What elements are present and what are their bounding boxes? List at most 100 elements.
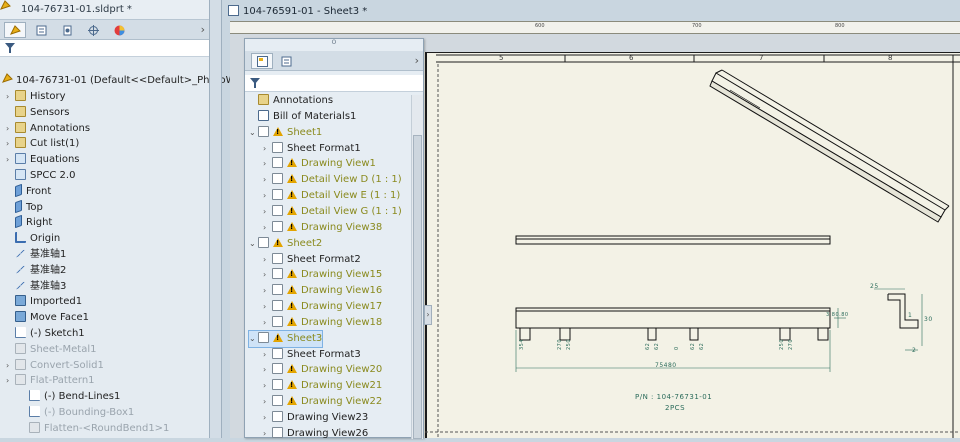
drawing-tree-item[interactable]: › Drawing View22 — [263, 394, 382, 410]
part-tree-item[interactable]: 基准轴2 — [6, 263, 66, 279]
drawing-tree-label: Sheet3 — [287, 332, 323, 344]
part-filter-bar[interactable] — [0, 40, 209, 57]
drawing-tree-item[interactable]: › Detail View D (1 : 1) — [263, 172, 402, 188]
chevron-down-icon[interactable]: ⌄ — [249, 125, 258, 141]
drawing-tree-item[interactable]: › Detail View G (1 : 1) — [263, 204, 402, 220]
panel-collapse-handle[interactable]: › — [424, 305, 432, 325]
drawing-tree-label: Drawing View15 — [301, 269, 383, 281]
expand-arrow-icon[interactable]: › — [263, 252, 272, 268]
propertymanager-tab[interactable] — [30, 22, 52, 38]
drawing-tree-item[interactable]: › Sheet Format2 — [263, 252, 361, 268]
pane-splitter[interactable] — [210, 0, 222, 438]
configurationmanager-tab[interactable] — [56, 22, 78, 38]
chevron-down-icon[interactable]: ⌄ — [249, 331, 258, 347]
part-tree-item[interactable]: Front — [6, 183, 51, 200]
part-tree-item[interactable]: 基准轴1 — [6, 247, 66, 263]
part-tree-item[interactable]: 基准轴3 — [6, 279, 66, 295]
expand-arrow-icon[interactable]: › — [263, 283, 272, 299]
drawing-tree-item[interactable]: Annotations — [249, 93, 333, 109]
drawing-tree-item[interactable]: › Detail View E (1 : 1) — [263, 188, 400, 204]
expand-arrow-icon[interactable]: › — [6, 152, 15, 168]
expand-arrow-icon[interactable]: › — [263, 141, 272, 157]
part-tree-item[interactable]: › Annotations — [6, 121, 90, 137]
hole-position-dimension: 270 — [557, 338, 563, 350]
part-tree-item[interactable]: Flatten-<RoundBend1>1 — [20, 421, 169, 437]
chevron-right-icon[interactable]: › — [201, 23, 205, 36]
drawing-tree-item[interactable]: › Drawing View1 — [263, 156, 376, 172]
expand-arrow-icon[interactable]: › — [263, 188, 272, 204]
expand-arrow-icon[interactable]: › — [6, 136, 15, 152]
expand-arrow-icon[interactable]: › — [263, 362, 272, 378]
expand-arrow-icon[interactable]: › — [263, 378, 272, 394]
part-tree-item[interactable]: Top — [6, 199, 43, 216]
expand-arrow-icon[interactable]: › — [6, 121, 15, 137]
part-tree-item[interactable]: Move Face1 — [6, 310, 89, 326]
part-tree-item[interactable]: SPCC 2.0 — [6, 168, 75, 184]
chevron-down-icon[interactable]: ⌄ — [249, 236, 258, 252]
sheet-node[interactable]: ⌄ Sheet2 — [249, 236, 322, 252]
hole-position-dimension: 62 — [690, 342, 696, 350]
expand-arrow-icon[interactable]: › — [263, 172, 272, 188]
drawing-document-tab[interactable]: 104-76591-01 - Sheet3 * — [228, 3, 367, 21]
drawing-tree-item[interactable]: › Sheet Format1 — [263, 141, 361, 157]
expand-arrow-icon[interactable]: › — [263, 299, 272, 315]
drawing-tree-item[interactable]: › Drawing View18 — [263, 315, 382, 331]
expand-arrow-icon[interactable]: › — [263, 347, 272, 363]
display-manager-tab[interactable] — [108, 22, 130, 38]
part-tree-item[interactable]: › Convert-Solid1 — [6, 358, 104, 374]
expand-arrow-icon[interactable]: › — [263, 220, 272, 236]
expand-arrow-icon[interactable]: › — [263, 426, 272, 442]
part-tree-item[interactable]: › History — [6, 89, 66, 105]
drawing-view-icon — [272, 315, 283, 327]
part-tree-item[interactable]: Imported1 — [6, 294, 82, 310]
drawing-tree-item[interactable]: › Drawing View38 — [263, 220, 382, 236]
part-tree-item[interactable]: (-) Sketch1 — [6, 326, 85, 342]
part-tree-item[interactable]: › Equations — [6, 152, 80, 168]
scrollbar-thumb[interactable] — [413, 135, 422, 439]
horizontal-ruler: 600 700 800 — [230, 21, 960, 34]
part-tree-item[interactable]: Origin — [6, 231, 60, 247]
filter-icon[interactable] — [250, 78, 260, 88]
part-tree-item[interactable]: Right — [6, 215, 52, 231]
expand-arrow-icon[interactable]: › — [263, 156, 272, 172]
dimxpert-tab[interactable] — [82, 22, 104, 38]
drawing-tree-item[interactable]: › Drawing View21 — [263, 378, 382, 394]
drawing-sheet[interactable] — [425, 52, 960, 438]
part-tree-item[interactable]: Sheet-Metal1 — [6, 342, 97, 358]
part-tree-item[interactable]: › Cut list(1) — [6, 136, 79, 152]
expand-arrow-icon[interactable]: › — [6, 373, 15, 389]
drawing-tree-item[interactable]: › Drawing View15 — [263, 267, 382, 283]
drawing-tree-item[interactable]: › Sheet Format3 — [263, 347, 361, 363]
expand-arrow-icon[interactable]: › — [263, 410, 272, 426]
drawing-tree-label: Sheet2 — [287, 237, 323, 249]
sheet-node[interactable]: ⌄ Sheet3 — [247, 329, 324, 348]
part-tree-item[interactable]: › Flat-Pattern1 — [6, 373, 95, 389]
panel-grip[interactable]: o — [245, 38, 423, 47]
filter-icon[interactable] — [5, 43, 15, 53]
expand-arrow-icon[interactable]: › — [263, 394, 272, 410]
part-tree-item[interactable]: Sensors — [6, 105, 70, 121]
drawing-tree-item[interactable]: Bill of Materials1 — [249, 109, 356, 125]
drawing-filter-bar[interactable] — [245, 75, 423, 92]
expand-arrow-icon[interactable]: › — [263, 315, 272, 331]
featuremanager-tab[interactable] — [4, 22, 26, 38]
chevron-right-icon[interactable]: › — [415, 54, 419, 67]
drawing-tree-item[interactable]: › Drawing View23 — [263, 410, 368, 426]
drawing-tree-item[interactable]: › Drawing View17 — [263, 299, 382, 315]
part-root-node[interactable]: 104-76731-01 (Default<<Default>_PhotoW — [2, 72, 236, 88]
expand-arrow-icon[interactable]: › — [6, 358, 15, 374]
feature-tree-scrollbar[interactable] — [411, 95, 423, 439]
part-tree-item[interactable]: (-) Bounding-Box1 — [20, 405, 134, 421]
drawing-propertymanager-tab[interactable] — [275, 53, 297, 69]
drawing-tree-item[interactable]: › Drawing View26 — [263, 426, 368, 442]
drawing-tree-item[interactable]: › Drawing View20 — [263, 362, 382, 378]
expand-arrow-icon[interactable]: › — [6, 89, 15, 105]
expand-arrow-icon[interactable]: › — [263, 267, 272, 283]
sheet-node[interactable]: ⌄ Sheet1 — [249, 125, 322, 141]
part-tree-item[interactable]: (-) Bend-Lines1 — [20, 389, 120, 405]
part-tree-label: Sheet-Metal1 — [30, 343, 97, 355]
drawing-featuremanager-tab[interactable] — [251, 53, 273, 69]
drawing-tree-item[interactable]: › Drawing View16 — [263, 283, 382, 299]
drawing-tree-label: Drawing View16 — [301, 285, 383, 297]
expand-arrow-icon[interactable]: › — [263, 204, 272, 220]
